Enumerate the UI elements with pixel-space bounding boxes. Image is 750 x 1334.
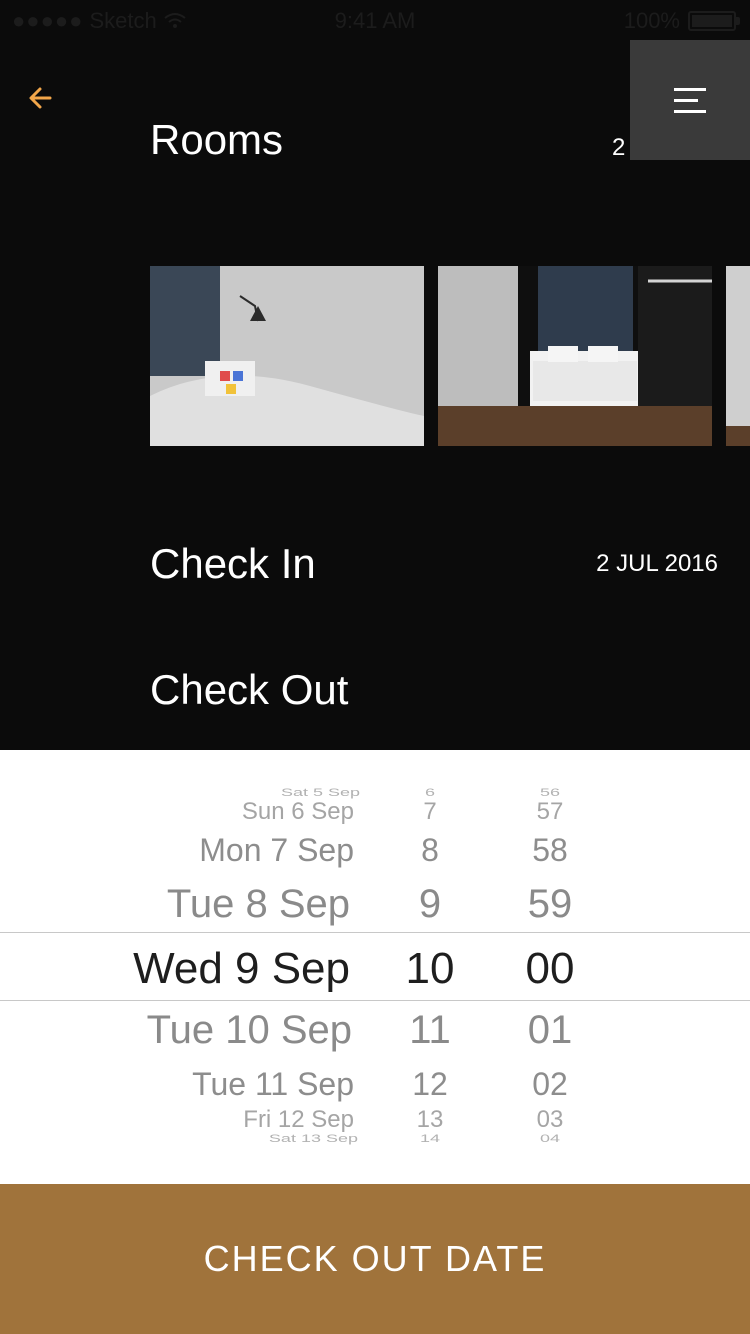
check-in-date[interactable]: 2 JUL 2016 [596, 550, 718, 578]
status-bar: ●●●●● Sketch 9:41 AM 100% [0, 0, 750, 40]
picker-minute-selected[interactable]: 00 [490, 944, 610, 994]
date-time-picker[interactable]: Sat 5 Sep Sun 6 Sep Mon 7 Sep Tue 8 Sep … [0, 750, 750, 1184]
picker-hour-item[interactable]: 6 [380, 786, 480, 799]
rooms-count: 2 [612, 134, 626, 161]
rooms-title: Rooms [150, 116, 284, 163]
picker-hour-item[interactable]: 13 [380, 1106, 480, 1134]
picker-date-item[interactable]: Fri 12 Sep [243, 1106, 354, 1134]
menu-button[interactable] [630, 40, 750, 160]
picker-hour-selected[interactable]: 10 [380, 944, 480, 994]
picker-hour-item[interactable]: 7 [380, 798, 480, 826]
picker-minute-item[interactable]: 01 [490, 1008, 610, 1053]
battery-icon [688, 11, 740, 31]
picker-date-item[interactable]: Tue 11 Sep [192, 1066, 354, 1103]
picker-hour-item[interactable]: 8 [380, 832, 480, 869]
room-gallery[interactable] [150, 266, 750, 446]
picker-hour-item[interactable]: 12 [380, 1066, 480, 1103]
picker-minute-item[interactable]: 03 [490, 1106, 610, 1134]
check-out-label: Check Out [150, 666, 349, 713]
check-out-date-button[interactable]: CHECK OUT DATE [0, 1184, 750, 1334]
picker-hour-item[interactable]: 9 [380, 882, 480, 927]
check-out-date-label: CHECK OUT DATE [203, 1238, 547, 1279]
picker-hour-item[interactable]: 11 [380, 1008, 480, 1053]
room-photo[interactable] [438, 266, 712, 446]
picker-selection-top [0, 932, 750, 933]
picker-minute-item[interactable]: 56 [490, 786, 610, 799]
picker-minute-item[interactable]: 58 [490, 832, 610, 869]
picker-minute-item[interactable]: 02 [490, 1066, 610, 1103]
picker-minute-item[interactable]: 59 [490, 882, 610, 927]
picker-selection-bottom [0, 1000, 750, 1001]
back-button[interactable] [26, 84, 54, 112]
picker-date-item[interactable]: Tue 8 Sep [167, 882, 350, 927]
picker-date-item[interactable]: Sat 13 Sep [269, 1132, 358, 1145]
arrow-left-icon [29, 87, 52, 109]
picker-hour-item[interactable]: 14 [380, 1132, 480, 1145]
battery-percent: 100% [623, 8, 680, 33]
check-in-label: Check In [150, 540, 316, 587]
room-photo[interactable] [726, 266, 750, 446]
picker-date-item[interactable]: Tue 10 Sep [147, 1008, 352, 1053]
status-right: 100% [623, 8, 740, 34]
picker-date-selected[interactable]: Wed 9 Sep [133, 944, 350, 994]
picker-date-item[interactable]: Sat 5 Sep [281, 786, 360, 799]
room-photo[interactable] [150, 266, 424, 446]
picker-minute-item[interactable]: 57 [490, 798, 610, 826]
picker-minute-item[interactable]: 04 [490, 1132, 610, 1145]
picker-date-item[interactable]: Sun 6 Sep [242, 798, 354, 826]
picker-date-item[interactable]: Mon 7 Sep [199, 832, 354, 869]
menu-icon [674, 80, 706, 121]
